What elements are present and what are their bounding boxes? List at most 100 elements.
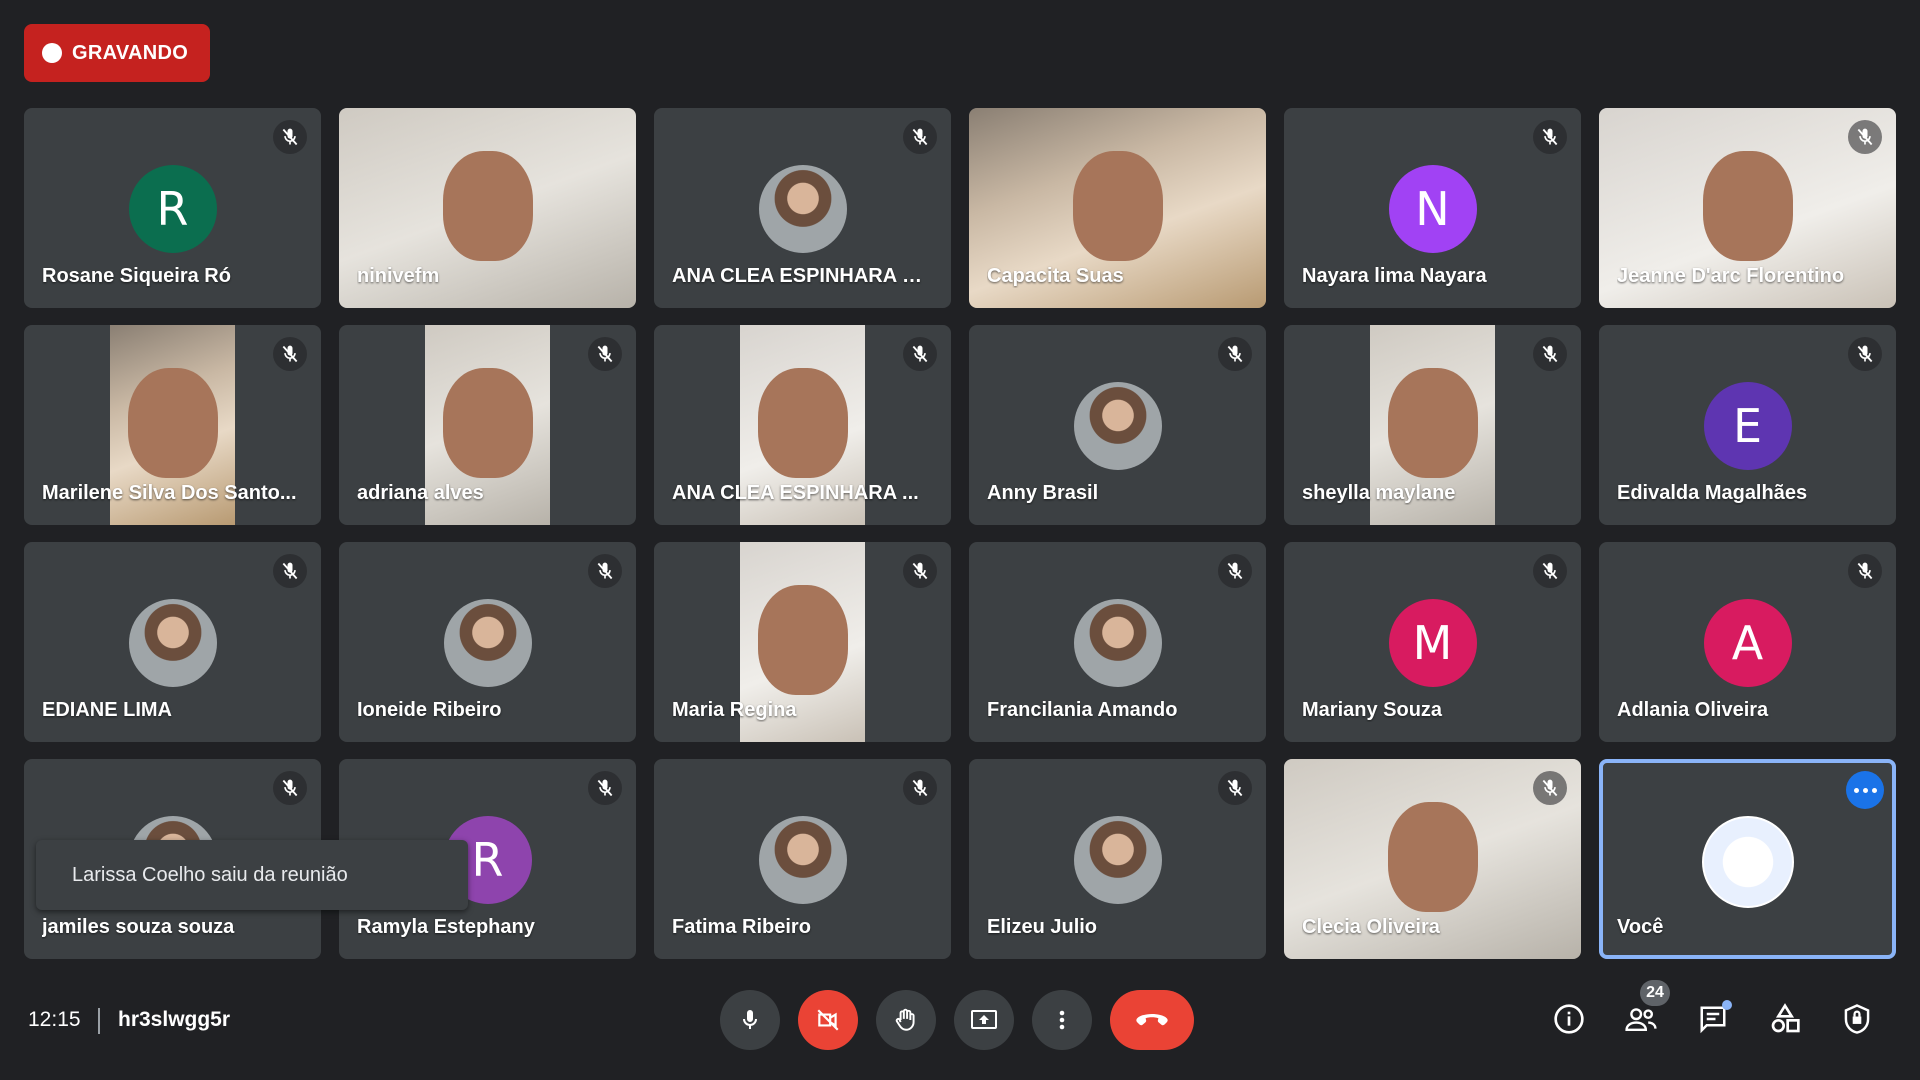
participant-face	[1702, 151, 1793, 261]
meeting-time: 12:15	[28, 1008, 81, 1031]
participant-tile[interactable]: Capacita Suas	[969, 108, 1266, 308]
participant-avatar	[128, 599, 217, 687]
more-options-icon	[1059, 1010, 1065, 1030]
camera-button[interactable]	[798, 990, 858, 1050]
participant-count-badge: 24	[1640, 980, 1670, 1006]
info-icon	[1554, 1004, 1584, 1034]
mic-off-icon	[1848, 554, 1882, 588]
mic-off-icon	[1533, 554, 1567, 588]
participant-name: ANA CLEA ESPINHARA D...	[672, 265, 933, 287]
participant-tile[interactable]: Marilene Silva Dos Santo...	[24, 325, 321, 525]
participant-tile[interactable]: Fatima Ribeiro	[654, 759, 951, 959]
present-screen-icon	[971, 1010, 997, 1029]
raise-hand-icon	[895, 1008, 915, 1031]
participant-avatar	[758, 816, 847, 904]
participant-name: EDIANE LIMA	[42, 699, 172, 721]
tile-more-options-button[interactable]	[1846, 771, 1884, 809]
participant-name: Ramyla Estephany	[357, 916, 535, 938]
participant-tile[interactable]: sheylla maylane	[1284, 325, 1581, 525]
participant-avatar	[1701, 816, 1794, 908]
participant-tile[interactable]: ninivefm	[339, 108, 636, 308]
participant-tile[interactable]: EDIANE LIMA	[24, 542, 321, 742]
participant-name: Francilania Amando	[987, 699, 1178, 721]
participant-tile[interactable]: adriana alves	[339, 325, 636, 525]
participant-name: Marilene Silva Dos Santo...	[42, 482, 297, 504]
participant-grid: R Rosane Siqueira Ró ninivefm ANA CLEA ESPI…	[24, 108, 1896, 959]
camera-off-icon	[817, 1009, 839, 1031]
participant-face	[757, 585, 848, 695]
participant-avatar	[443, 599, 532, 687]
mic-off-icon	[273, 120, 307, 154]
participant-tile[interactable]: Você	[1599, 759, 1896, 959]
recording-indicator: GRAVANDO	[24, 24, 210, 82]
mic-off-icon	[903, 554, 937, 588]
participant-tile[interactable]: Jeanne D'arc Florentino	[1599, 108, 1896, 308]
participant-avatar	[1073, 816, 1162, 904]
participant-tile[interactable]: ANA CLEA ESPINHARA ...	[654, 325, 951, 525]
mic-off-icon	[273, 337, 307, 371]
participant-face	[442, 368, 533, 478]
mic-off-icon	[1218, 554, 1252, 588]
meeting-code: hr3slwgg5r	[118, 1008, 231, 1031]
participant-tile[interactable]: Ioneide Ribeiro	[339, 542, 636, 742]
people-icon	[1625, 1008, 1657, 1031]
mic-off-icon	[588, 771, 622, 805]
raise-hand-button[interactable]	[876, 990, 936, 1050]
participant-tile[interactable]: Clecia Oliveira	[1284, 759, 1581, 959]
mic-icon	[743, 1010, 757, 1029]
mic-off-icon	[1218, 771, 1252, 805]
divider	[98, 1008, 100, 1034]
participant-tile[interactable]: N Nayara lima Nayara	[1284, 108, 1581, 308]
participant-tile[interactable]: Anny Brasil	[969, 325, 1266, 525]
participant-tile[interactable]: E Edivalda Magalhães	[1599, 325, 1896, 525]
participant-name: Rosane Siqueira Ró	[42, 265, 231, 287]
mic-off-icon	[588, 337, 622, 371]
participant-name: Nayara lima Nayara	[1302, 265, 1487, 287]
mic-off-icon	[903, 337, 937, 371]
mic-off-icon	[1848, 120, 1882, 154]
activities-button[interactable]	[1764, 998, 1806, 1040]
participant-name: Você	[1617, 916, 1664, 938]
recording-dot-icon	[42, 43, 62, 63]
participant-name: Capacita Suas	[987, 265, 1124, 287]
participant-tile[interactable]: Maria Regina	[654, 542, 951, 742]
bottom-bar: 12:15 hr3slwgg5r 24	[0, 980, 1920, 1060]
participant-name: Maria Regina	[672, 699, 797, 721]
participant-name: Elizeu Julio	[987, 916, 1098, 938]
participant-tile[interactable]: A Adlania Oliveira	[1599, 542, 1896, 742]
participant-tile[interactable]: Elizeu Julio	[969, 759, 1266, 959]
participant-name: jamiles souza souza	[42, 916, 235, 938]
participant-name: Clecia Oliveira	[1302, 916, 1440, 938]
participant-name: Edivalda Magalhães	[1617, 482, 1808, 504]
present-screen-button[interactable]	[954, 990, 1014, 1050]
meeting-details-button[interactable]	[1548, 998, 1590, 1040]
participant-name: Anny Brasil	[987, 482, 1099, 504]
mic-off-icon	[588, 554, 622, 588]
host-controls-button[interactable]	[1836, 998, 1878, 1040]
participant-name: Mariany Souza	[1302, 699, 1443, 721]
participant-tile[interactable]: R Rosane Siqueira Ró	[24, 108, 321, 308]
hang-up-button[interactable]	[1110, 990, 1194, 1050]
participant-face	[1072, 151, 1163, 261]
participant-face	[1387, 368, 1478, 478]
participant-avatar	[1073, 382, 1162, 470]
more-options-button[interactable]	[1032, 990, 1092, 1050]
participant-avatar: M	[1388, 599, 1477, 687]
participant-face	[1387, 802, 1478, 912]
mic-off-icon	[273, 771, 307, 805]
people-button[interactable]: 24	[1620, 980, 1670, 1040]
mic-off-icon	[1533, 771, 1567, 805]
participant-avatar	[1073, 599, 1162, 687]
microphone-button[interactable]	[720, 990, 780, 1050]
participant-face	[757, 368, 848, 478]
mic-off-icon	[903, 771, 937, 805]
participant-tile[interactable]: Francilania Amando	[969, 542, 1266, 742]
chat-button[interactable]	[1692, 998, 1734, 1040]
participant-avatar	[758, 165, 847, 253]
participant-tile[interactable]: M Mariany Souza	[1284, 542, 1581, 742]
participant-tile[interactable]: ANA CLEA ESPINHARA D...	[654, 108, 951, 308]
recording-label: GRAVANDO	[72, 41, 189, 64]
participant-name: Fatima Ribeiro	[672, 916, 811, 938]
notification-toast: Larissa Coelho saiu da reunião	[36, 840, 468, 910]
toast-text: Larissa Coelho saiu da reunião	[72, 863, 348, 886]
